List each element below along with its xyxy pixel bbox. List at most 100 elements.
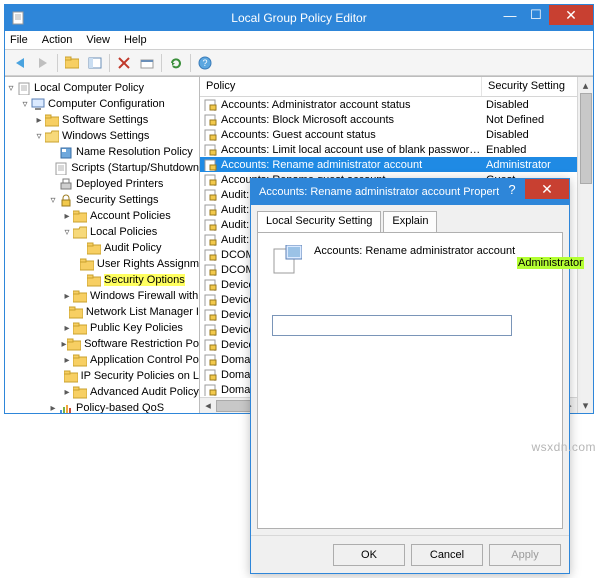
list-header[interactable]: Policy Security Setting <box>200 77 577 97</box>
list-vscroll[interactable]: ▴ ▾ <box>577 77 593 413</box>
back-button[interactable] <box>9 52 31 74</box>
tab-explain[interactable]: Explain <box>383 211 437 232</box>
expand-icon[interactable]: ▿ <box>61 227 73 238</box>
policy-item-icon <box>204 293 218 306</box>
dialog-tabs: Local Security Setting Explain <box>257 211 563 232</box>
tree-security-settings[interactable]: Security Settings <box>76 194 159 206</box>
properties-button[interactable] <box>136 52 158 74</box>
list-row[interactable]: Accounts: Block Microsoft accountsNot De… <box>200 112 577 127</box>
folder-icon <box>69 306 83 319</box>
menu-help[interactable]: Help <box>124 34 147 46</box>
tree-account-policies[interactable]: Account Policies <box>90 210 171 222</box>
tree-qos[interactable]: Policy-based QoS <box>76 402 164 413</box>
maximize-button[interactable]: ☐ <box>523 5 549 25</box>
tree-windows-firewall[interactable]: Windows Firewall with <box>90 290 198 302</box>
tree-root[interactable]: Local Computer Policy <box>34 82 144 94</box>
expand-icon[interactable]: ▸ <box>33 115 45 126</box>
main-titlebar[interactable]: Local Group Policy Editor — ☐ ✕ <box>5 5 593 31</box>
scroll-down-icon[interactable]: ▾ <box>578 397 593 413</box>
policy-item-icon <box>204 98 218 111</box>
show-pane-button[interactable] <box>84 52 106 74</box>
dialog-close-button[interactable]: ✕ <box>525 179 569 199</box>
cancel-button[interactable]: Cancel <box>411 544 483 566</box>
policy-cell: Accounts: Administrator account status <box>221 99 482 111</box>
apply-button[interactable]: Apply <box>489 544 561 566</box>
refresh-button[interactable] <box>165 52 187 74</box>
properties-dialog: Accounts: Rename administrator account P… <box>250 178 570 574</box>
list-row[interactable]: Accounts: Administrator account statusDi… <box>200 97 577 112</box>
list-row[interactable]: Accounts: Guest account statusDisabled <box>200 127 577 142</box>
policy-big-icon <box>272 245 302 275</box>
expand-icon[interactable]: ▸ <box>61 323 73 334</box>
scroll-left-icon[interactable]: ◂ <box>200 398 216 413</box>
delete-button[interactable] <box>113 52 135 74</box>
policy-cell: Accounts: Limit local account use of bla… <box>221 144 482 156</box>
policy-name-label: Accounts: Rename administrator account <box>314 245 515 257</box>
folder-icon <box>45 114 59 127</box>
list-row[interactable]: Accounts: Rename administrator accountAd… <box>200 157 577 172</box>
expand-icon[interactable]: ▸ <box>47 403 59 414</box>
printer-icon <box>59 178 73 191</box>
policy-icon <box>17 82 31 95</box>
menu-action[interactable]: Action <box>42 34 73 46</box>
forward-button[interactable] <box>32 52 54 74</box>
tree-audit-policy[interactable]: Audit Policy <box>104 242 161 254</box>
tree-srp[interactable]: Software Restriction Po <box>84 338 199 350</box>
policy-cell: Accounts: Guest account status <box>221 129 482 141</box>
tree-nrp[interactable]: Name Resolution Policy <box>76 146 193 158</box>
expand-icon[interactable]: ▸ <box>61 355 73 366</box>
tree-windows-settings[interactable]: Windows Settings <box>62 130 149 142</box>
close-button[interactable]: ✕ <box>549 5 593 25</box>
ok-button[interactable]: OK <box>333 544 405 566</box>
dialog-titlebar[interactable]: Accounts: Rename administrator account P… <box>251 179 569 205</box>
tree-security-options[interactable]: Security Options <box>104 274 185 286</box>
folder-icon <box>87 242 101 255</box>
expand-icon[interactable]: ▿ <box>33 131 45 142</box>
folder-open-icon <box>73 226 87 239</box>
tree-computer-config[interactable]: Computer Configuration <box>48 98 165 110</box>
expand-icon[interactable]: ▸ <box>61 387 73 398</box>
col-setting[interactable]: Security Setting <box>482 77 577 96</box>
tree-pane[interactable]: ▿Local Computer Policy ▿Computer Configu… <box>5 77 200 413</box>
help-button[interactable] <box>194 52 216 74</box>
folder-icon <box>73 386 87 399</box>
up-button[interactable] <box>61 52 83 74</box>
minimize-button[interactable]: — <box>497 5 523 25</box>
expand-icon[interactable]: ▿ <box>47 195 59 206</box>
tree-ipsp[interactable]: IP Security Policies on L <box>81 370 199 382</box>
tree-acp[interactable]: Application Control Po <box>90 354 199 366</box>
expand-icon[interactable]: ▿ <box>5 83 17 94</box>
tree-nlm[interactable]: Network List Manager I <box>86 306 199 318</box>
setting-cell: Administrator <box>482 159 577 171</box>
policy-item-icon <box>204 188 218 201</box>
policy-item-icon <box>204 353 218 366</box>
tree-scripts[interactable]: Scripts (Startup/Shutdown <box>71 162 199 174</box>
tree-software-settings[interactable]: Software Settings <box>62 114 148 126</box>
book-icon <box>59 146 73 159</box>
list-row[interactable]: Accounts: Limit local account use of bla… <box>200 142 577 157</box>
col-policy[interactable]: Policy <box>200 77 482 96</box>
account-name-input[interactable] <box>272 315 512 336</box>
tabpage-local: Accounts: Rename administrator account A… <box>257 232 563 529</box>
tree-pkp[interactable]: Public Key Policies <box>90 322 183 334</box>
tree-user-rights[interactable]: User Rights Assignm <box>97 258 199 270</box>
policy-cell: Accounts: Block Microsoft accounts <box>221 114 482 126</box>
menu-file[interactable]: File <box>10 34 28 46</box>
expand-icon[interactable]: ▿ <box>19 99 31 110</box>
tab-local-security[interactable]: Local Security Setting <box>257 211 381 232</box>
tree-aap[interactable]: Advanced Audit Policy <box>90 386 199 398</box>
app-icon <box>11 11 25 25</box>
main-title: Local Group Policy Editor <box>231 11 366 25</box>
dialog-help-button[interactable]: ? <box>499 179 525 199</box>
setting-cell: Disabled <box>482 129 577 141</box>
menu-view[interactable]: View <box>86 34 110 46</box>
tree-local-policies[interactable]: Local Policies <box>90 226 157 238</box>
policy-item-icon <box>204 233 218 246</box>
tree-deployed-printers[interactable]: Deployed Printers <box>76 178 163 190</box>
expand-icon[interactable]: ▸ <box>61 211 73 222</box>
policy-item-icon <box>204 248 218 261</box>
scroll-up-icon[interactable]: ▴ <box>578 77 593 93</box>
policy-item-icon <box>204 113 218 126</box>
expand-icon[interactable]: ▸ <box>61 291 73 302</box>
computer-icon <box>31 98 45 111</box>
